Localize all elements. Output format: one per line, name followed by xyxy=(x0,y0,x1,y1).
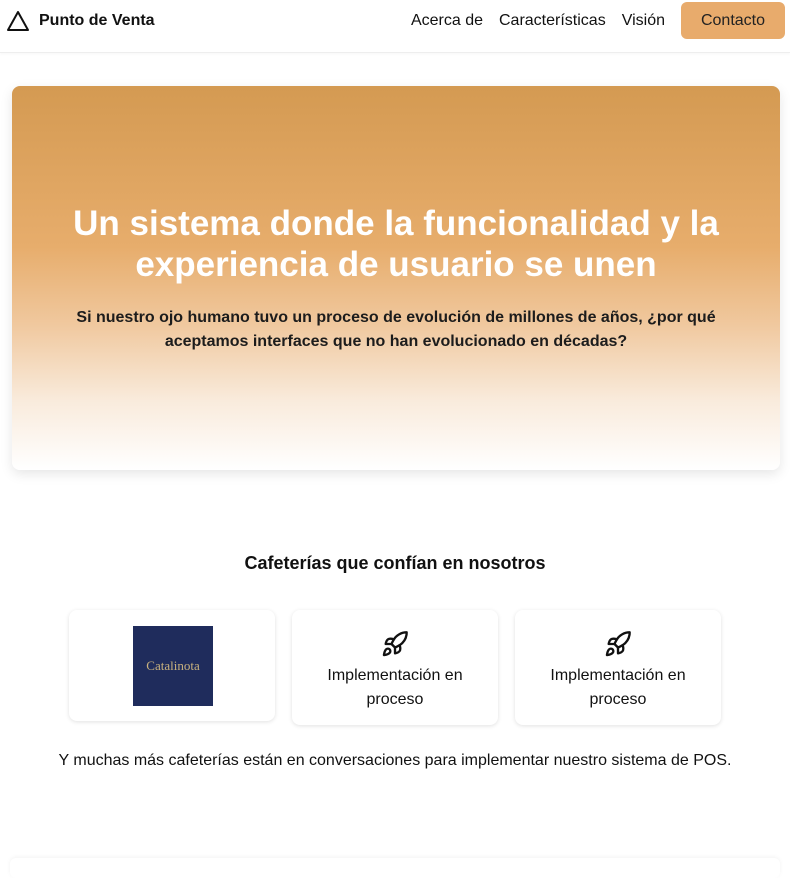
client-logo-text: Catalinota xyxy=(146,658,200,673)
hero-title: Un sistema donde la funcionalidad y la e… xyxy=(73,204,719,284)
card-label: Implementación en proceso xyxy=(550,667,686,708)
client-card: Implementación en proceso xyxy=(515,610,721,725)
main-nav: Acerca de Características Visión Contact… xyxy=(411,2,785,39)
top-navbar: Punto de Venta Acerca de Características… xyxy=(0,0,790,53)
client-card: Catalinota xyxy=(69,610,275,721)
client-logo: Catalinota xyxy=(133,626,213,706)
client-card: Implementación en proceso xyxy=(292,610,498,725)
brand-name: Punto de Venta xyxy=(39,12,155,29)
card-label: Implementación en proceso xyxy=(327,667,463,708)
nav-link-acerca[interactable]: Acerca de xyxy=(411,12,483,30)
nav-link-caracteristicas[interactable]: Características xyxy=(499,12,606,30)
section-title: Cafeterías que confían en nosotros xyxy=(244,553,546,573)
hero-subtitle: Si nuestro ojo humano tuvo un proceso de… xyxy=(76,309,716,350)
section-footnote: Y muchas más cafeterías están en convers… xyxy=(58,752,732,769)
next-section-edge xyxy=(10,858,780,878)
hero-banner: Un sistema donde la funcionalidad y la e… xyxy=(12,86,780,470)
contact-button[interactable]: Contacto xyxy=(681,2,785,39)
rocket-icon xyxy=(381,630,409,663)
brand[interactable]: Punto de Venta xyxy=(6,10,155,32)
rocket-icon xyxy=(604,630,632,663)
triangle-logo-icon xyxy=(6,10,30,32)
nav-link-vision[interactable]: Visión xyxy=(622,12,665,30)
